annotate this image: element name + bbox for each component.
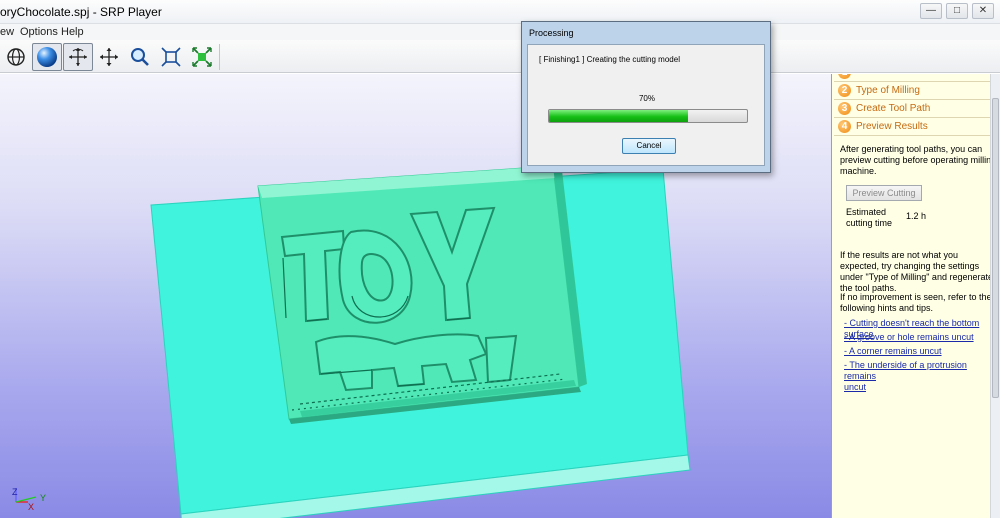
rotate-view-button[interactable] — [63, 43, 93, 71]
step-number-badge: 3 — [838, 102, 851, 115]
fit-view-button[interactable] — [156, 43, 186, 71]
progress-percent-label: 70% — [638, 94, 655, 103]
dialog-title: Processing — [529, 28, 574, 38]
sphere-icon — [37, 47, 57, 67]
menu-view[interactable]: ew — [0, 26, 14, 38]
title-bar: oryChocolate.spj - SRP Player — □ ✕ — [0, 0, 1000, 24]
step-create-tool-path[interactable]: 3 Create Tool Path — [834, 100, 990, 118]
step-label: Type of Milling — [856, 85, 920, 96]
magnifier-icon — [131, 48, 149, 66]
link-corner-uncut[interactable]: - A corner remains uncut — [844, 346, 942, 357]
processing-status-text: [ Finishing1 ] Creating the cutting mode… — [539, 55, 680, 64]
zoom-button[interactable] — [125, 43, 155, 71]
panel-scrollbar[interactable] — [990, 74, 1000, 518]
shaded-view-button[interactable] — [32, 43, 62, 71]
preview-cutting-button[interactable]: Preview Cutting — [846, 185, 922, 201]
rotate-icon — [69, 48, 87, 66]
axis-label-x: X — [28, 502, 34, 512]
estimated-time-value: 1.2 h — [906, 211, 927, 221]
estimated-time-label: Estimated cutting time — [846, 207, 893, 228]
axis-label-y: Y — [40, 493, 46, 503]
minimize-button[interactable]: — — [920, 3, 942, 19]
scrollbar-thumb[interactable] — [992, 98, 999, 398]
window-title: oryChocolate.spj - SRP Player — [0, 5, 162, 19]
hint-text: If the results are not what you expected… — [840, 250, 993, 293]
zoom-extents-button[interactable] — [187, 43, 217, 71]
processing-dialog: Processing [ Finishing1 ] Creating the c… — [521, 21, 771, 173]
pan-view-button[interactable] — [94, 43, 124, 71]
window-controls: — □ ✕ — [920, 3, 994, 19]
link-groove-uncut[interactable]: - A groove or hole remains uncut — [844, 332, 974, 343]
step-label: Create Tool Path — [856, 103, 931, 114]
step-number-badge: 2 — [838, 84, 851, 97]
wizard-panel: 1 2 Type of Milling 3 Create Tool Path 4… — [831, 74, 1000, 518]
menu-bar: ew Options Help — [0, 24, 1000, 40]
globe-icon — [7, 48, 25, 66]
intro-text: After generating tool paths, you can pre… — [840, 144, 997, 176]
step-number-badge: 1 — [838, 74, 851, 79]
step-number-badge: 4 — [838, 120, 851, 133]
step-type-of-milling[interactable]: 2 Type of Milling — [834, 82, 990, 100]
axis-label-z: Z — [12, 487, 18, 497]
cancel-button[interactable]: Cancel — [622, 138, 676, 154]
expand-arrows-icon — [192, 47, 212, 67]
toolbar — [0, 40, 1000, 73]
step-preview-results[interactable]: 4 Preview Results — [834, 118, 990, 136]
progress-bar — [548, 109, 748, 123]
step-label: Preview Results — [856, 121, 928, 132]
step-1-header[interactable]: 1 — [834, 74, 990, 82]
toolbar-separator — [219, 44, 220, 70]
pan-arrows-icon — [100, 48, 118, 66]
improvement-text: If no improvement is seen, refer to the … — [840, 292, 992, 313]
fit-frame-icon — [161, 47, 181, 67]
menu-options[interactable]: Options — [20, 26, 58, 38]
close-button[interactable]: ✕ — [972, 3, 994, 19]
maximize-button[interactable]: □ — [946, 3, 968, 19]
menu-help[interactable]: Help — [61, 26, 84, 38]
globe-view-button[interactable] — [1, 43, 31, 71]
link-underside-protrusion[interactable]: - The underside of a protrusion remains … — [844, 360, 1000, 393]
axis-indicator: Z X Y — [12, 487, 46, 512]
progress-bar-fill — [549, 110, 688, 122]
dialog-body: [ Finishing1 ] Creating the cutting mode… — [527, 44, 765, 166]
